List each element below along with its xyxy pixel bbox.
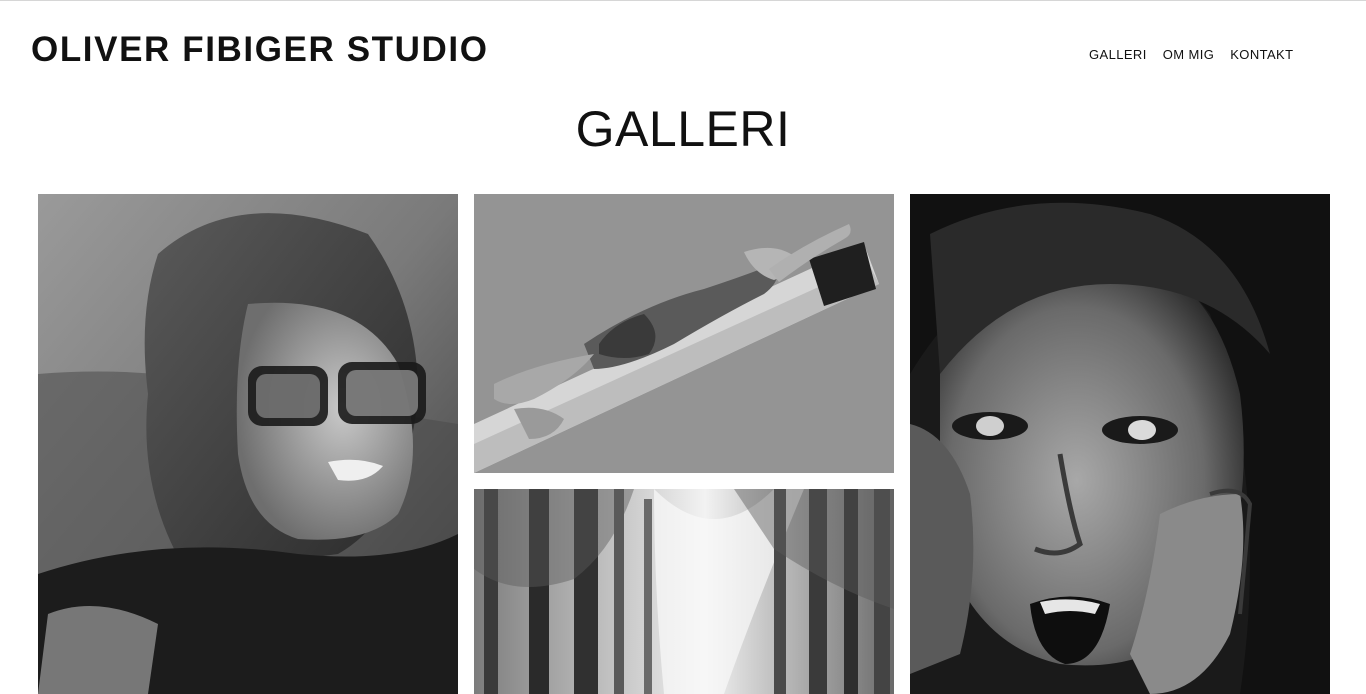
window-top-border	[0, 0, 1366, 1]
site-brand-logo[interactable]: OLIVER FIBIGER STUDIO	[31, 31, 489, 69]
gallery-photo-forest[interactable]	[474, 489, 894, 694]
face-hand-image	[910, 194, 1330, 694]
nav-item-galleri[interactable]: GALLERI	[1089, 47, 1147, 63]
page-title: GALLERI	[575, 101, 791, 157]
gallery-photo-portrait-glasses[interactable]	[38, 194, 458, 694]
gallery-photo-face-hand[interactable]	[910, 194, 1330, 694]
main-nav: GALLERI OM MIG KONTAKT	[1089, 47, 1293, 63]
gallery-photo-woman-on-pole[interactable]	[474, 194, 894, 473]
woman-on-pole-image	[474, 194, 894, 473]
nav-item-kontakt[interactable]: KONTAKT	[1230, 47, 1293, 63]
forest-image	[474, 489, 894, 694]
nav-item-om-mig[interactable]: OM MIG	[1163, 47, 1215, 63]
portrait-glasses-image	[38, 194, 458, 694]
